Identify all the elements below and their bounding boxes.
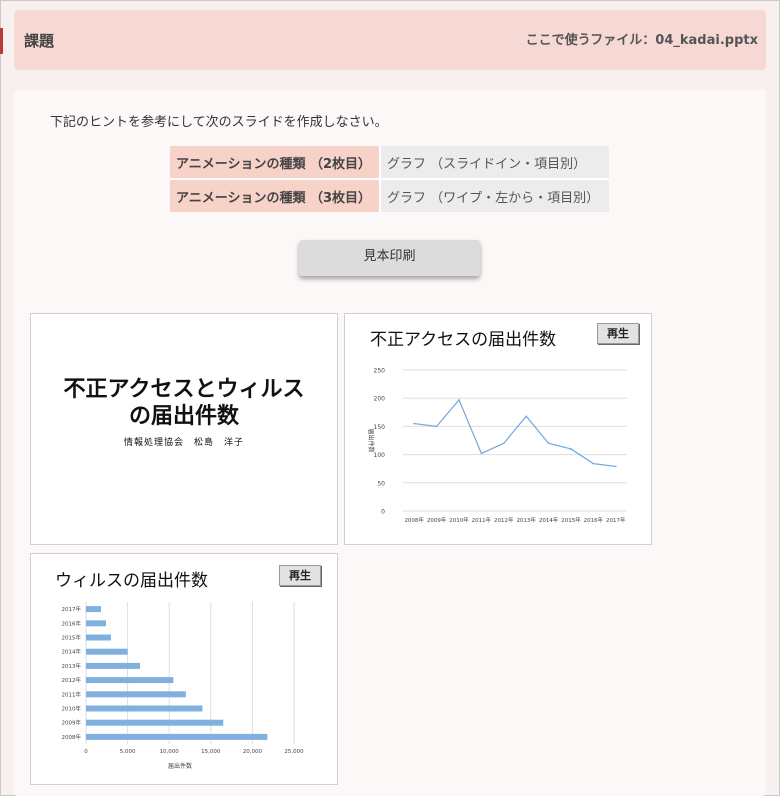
y-tick-label: 250 [374,368,386,375]
series-line [414,398,616,468]
left-accent-bar [0,28,3,54]
data-point [525,415,527,418]
x-tick-label: 25,000 [284,749,304,755]
y-tick-label: 2009年 [62,719,82,727]
assignment-header: 課題 ここで使うファイル：04_kadai.pptx [14,10,766,70]
bar [86,677,174,684]
x-axis-label: 届出件数 [168,762,192,770]
y-tick-label: 2014年 [62,648,82,656]
x-tick-label: 2013年 [516,516,536,524]
x-tick-label: 5,000 [120,749,136,755]
header-title: 課題 [24,32,55,50]
y-tick-label: 2016年 [62,619,82,627]
hint-table: アニメーションの種類 （2枚目） グラフ （スライドイン・項目別） アニメーショ… [170,146,609,212]
slide-2-thumbnail: 不正アクセスの届出件数 再生 0 50 100 150 200 250 2008年 2009年… [344,313,652,545]
slide-1-thumbnail: 不正アクセスとウィルス の届出件数 情報処理協会 松島 洋子 [30,313,338,545]
slide-1-title-line2: の届出件数 [128,404,239,429]
y-tick-label: 150 [374,424,386,431]
x-tick-label: 2016年 [584,516,604,524]
bar [86,634,111,641]
y-tick-label: 2013年 [62,662,82,670]
x-tick-label: 2008年 [404,516,424,524]
data-point [547,442,550,445]
bar [86,719,224,726]
slide-3-thumbnail: ウィルスの届出件数 再生 0 5,000 10,000 15,000 20,000 25,… [30,553,338,785]
x-tick-label: 2010年 [449,516,469,524]
file-label: ここで使うファイル：04_kadai.pptx [525,33,758,48]
y-tick-label: 0 [381,509,385,516]
x-tick-label: 2009年 [427,516,447,524]
x-tick-label: 2014年 [539,516,559,524]
y-tick-label: 2017年 [62,605,82,613]
hint-value: グラフ （ワイプ・左から・項目別） [379,178,609,212]
data-point [435,425,438,428]
bar [86,705,203,712]
x-tick-label: 2011年 [472,516,492,524]
data-point [413,422,415,425]
y-tick-label: 200 [374,396,386,403]
hint-key: アニメーションの種類 （3枚目） [170,178,380,212]
data-point [458,399,460,401]
line-chart: 0 50 100 150 200 250 2008年 2009年 2010年 2011年 2012年… [367,368,627,524]
y-tick-label: 2010年 [62,705,82,713]
slide-1-title: 不正アクセスとウィルス の届出件数 [31,376,337,430]
slide-1-subtitle: 情報処理協会 松島 洋子 [123,438,244,448]
y-tick-label: 2008年 [62,733,82,741]
bar [86,691,186,698]
data-point [592,462,595,465]
bar [86,620,106,627]
hint-key: アニメーションの種類 （2枚目） [170,146,380,179]
table-row: アニメーションの種類 （2枚目） グラフ （スライドイン・項目別） [170,146,609,179]
bar [86,606,101,613]
y-axis-label: 届出件数 [367,428,375,452]
print-sample-button[interactable]: 見本印刷 [299,240,480,276]
y-tick-label: 50 [377,480,385,487]
data-point [480,452,483,455]
bar-chart: 0 5,000 10,000 15,000 20,000 25,000 2017年 2016年… [62,602,304,770]
x-tick-label: 10,000 [160,749,180,755]
y-tick-label: 100 [374,452,386,459]
y-tick-label: 2015年 [62,634,82,642]
bar [86,648,128,655]
y-tick-label: 2012年 [62,676,82,684]
bar [86,662,141,669]
instruction-text: 下記のヒントを参考にして次のスライドを作成しなさい。 [50,115,388,130]
y-tick-label: 2011年 [62,690,82,698]
x-tick-label: 2012年 [494,516,514,524]
x-tick-label: 2017年 [606,516,626,524]
slide-1-title-line1: 不正アクセスとウィルス [63,377,305,402]
data-point [615,465,617,468]
x-tick-label: 2015年 [561,516,581,524]
hint-value: グラフ （スライドイン・項目別） [379,146,609,179]
bar [86,733,268,740]
x-tick-label: 0 [84,749,88,755]
data-point [503,442,505,445]
table-row: アニメーションの種類 （3枚目） グラフ （ワイプ・左から・項目別） [170,178,609,212]
data-point [570,448,572,450]
x-tick-label: 15,000 [201,749,221,755]
x-tick-label: 20,000 [243,749,263,755]
